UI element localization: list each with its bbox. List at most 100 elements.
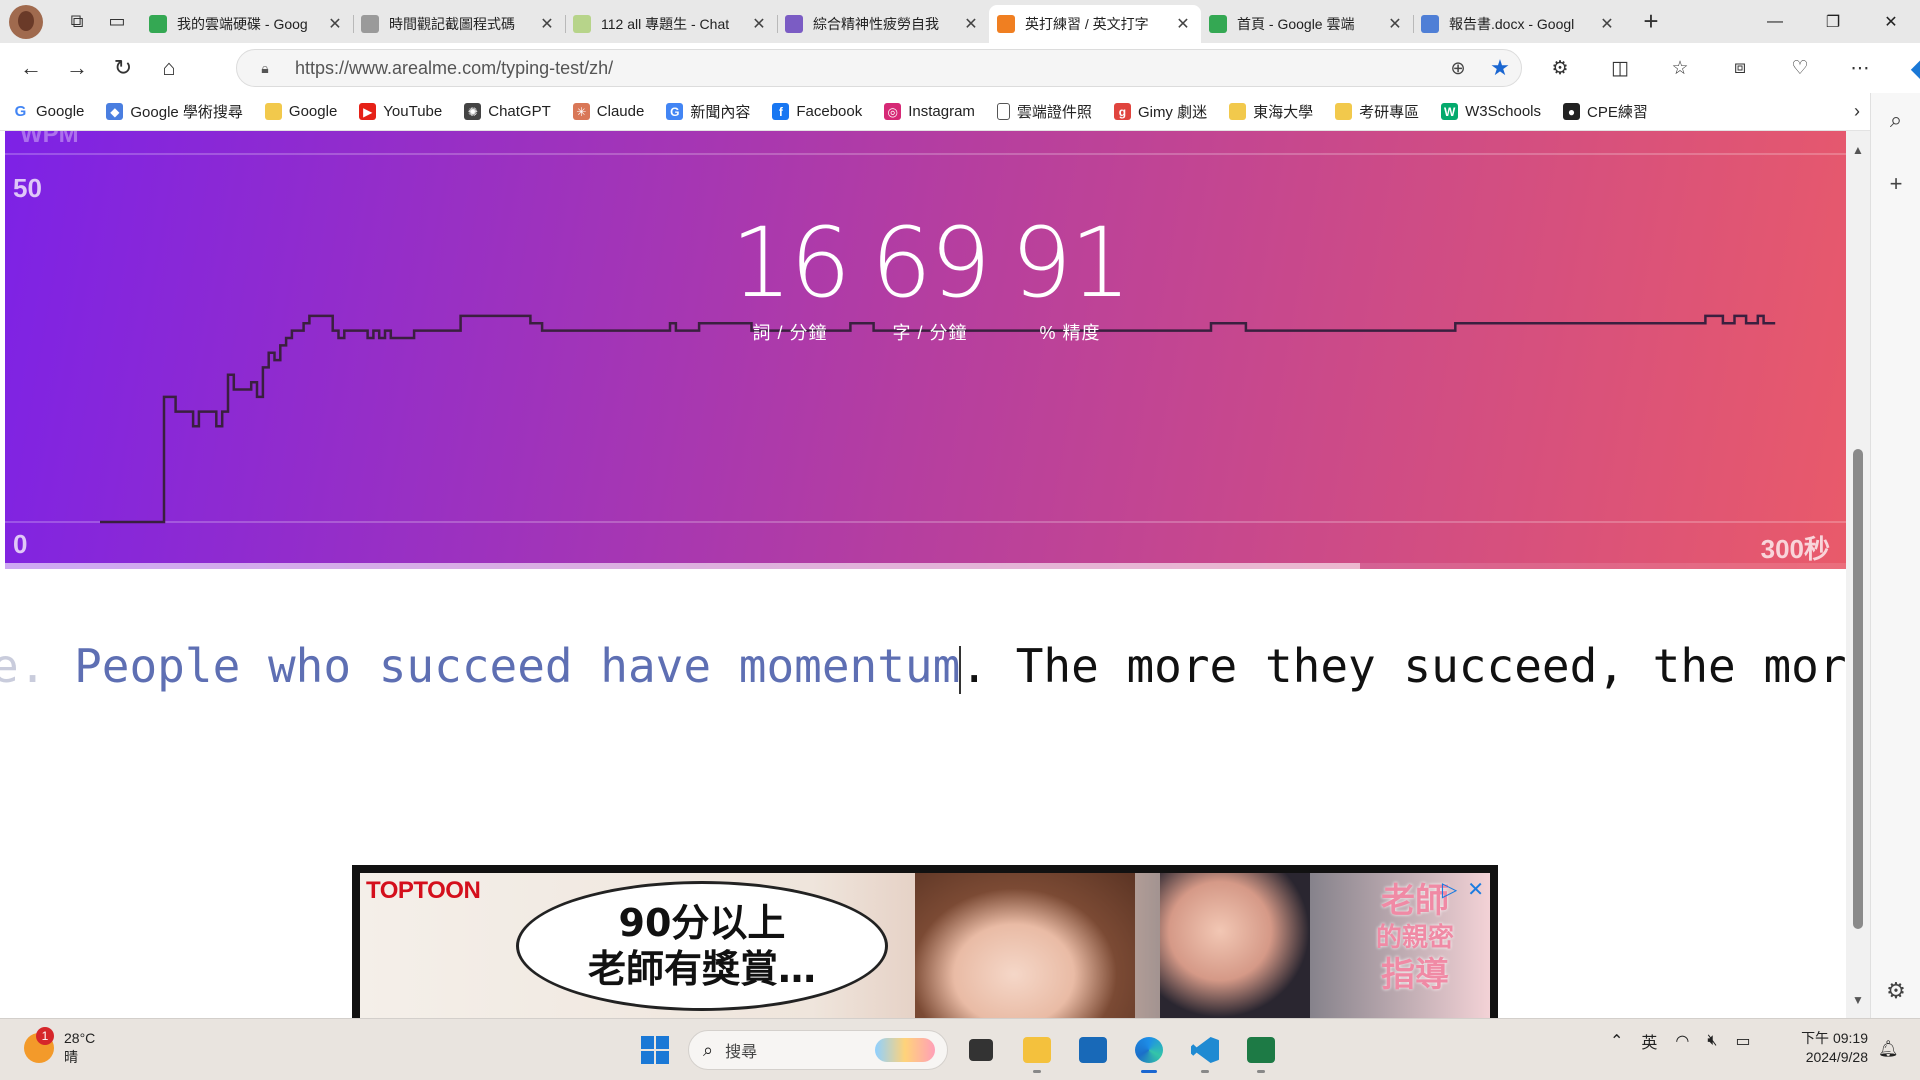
new-tab-button[interactable]: + [1631,2,1671,42]
bookmark-item[interactable]: G Google [12,103,85,120]
ad-banner[interactable]: TOPTOON 90分以上 老師有獎賞… 老師 的親密 指導 ▷ ✕ [352,865,1498,1018]
bookmarks-bar: G Google ◆ Google 學術搜尋 Google ▶ YouTube ✺ ChatGP… [0,93,1870,131]
remote-desktop-button[interactable] [1070,1027,1116,1073]
edge-icon [1135,1037,1163,1063]
youtube-icon: ▶ [359,103,377,120]
ime-indicator[interactable]: 英 [1641,1029,1657,1053]
minimize-button[interactable]: — [1746,0,1804,43]
workspaces-icon[interactable]: ⧉ [57,2,97,42]
typing-text-line[interactable]: e. People who succeed have momentum. The… [0,631,1846,701]
favorite-star-icon[interactable]: ★ [1479,55,1521,81]
browser-tab[interactable]: 綜合精神性疲勞自我 ✕ [777,5,989,43]
favorites-icon[interactable]: ☆ [1650,48,1710,88]
browser-tab[interactable]: 首頁 - Google 雲端 ✕ [1201,5,1413,43]
volume-muted-icon[interactable]: 🔇︎ [1707,1032,1717,1050]
bookmark-item[interactable]: 東海大學 [1229,101,1313,122]
close-window-button[interactable]: ✕ [1862,0,1920,43]
bookmarks-overflow-chevron-icon[interactable]: › [1854,101,1860,122]
tab-favicon-icon [785,15,803,33]
bookmark-item[interactable]: 考研專區 [1335,101,1419,122]
site-info-icon[interactable]: 🔒︎ [245,60,285,77]
bookmark-item[interactable]: 雲端證件照 [996,101,1092,122]
tab-close-icon[interactable]: ✕ [749,14,769,34]
sidebar-add-icon[interactable]: + [1871,157,1920,211]
bookmark-item[interactable]: ✳ Claude [572,103,644,120]
bookmark-item[interactable]: W W3Schools [1441,103,1541,120]
bookmark-item[interactable]: ▶ YouTube [359,103,442,120]
tab-favicon-icon [997,15,1015,33]
tab-title: 報告書.docx - Googl [1449,16,1575,32]
page-scrollbar[interactable]: ▲ ▼ [1846,131,1870,1018]
split-screen-icon[interactable]: ◫ [1590,48,1650,88]
ad-title-line-2: 的親密 [1375,923,1454,953]
browser-tab[interactable]: 112 all 專題生 - Chat ✕ [565,5,777,43]
bookmark-item[interactable]: ● CPE練習 [1563,101,1648,122]
taskbar-search[interactable]: ⌕ 搜尋 [688,1030,948,1070]
time-progress-fill [5,563,1360,569]
restore-button[interactable]: ❐ [1804,0,1862,43]
browser-tab[interactable]: 報告書.docx - Googl ✕ [1413,5,1625,43]
weather-widget[interactable]: 1 28°C 晴 [24,1027,95,1067]
tab-close-icon[interactable]: ✕ [1173,14,1193,34]
bookmark-item[interactable]: G 新聞內容 [666,101,750,122]
address-bar[interactable]: 🔒︎ https://www.arealme.com/typing-test/z… [236,49,1522,87]
ad-close-icon[interactable]: ✕ [1467,877,1484,902]
taskbar-clock[interactable]: 下午 09:19 2024/9/28 [1780,1029,1868,1067]
edge-button[interactable] [1126,1027,1172,1073]
collections-icon[interactable]: ⧈ [1710,48,1770,88]
tray-overflow-chevron-icon[interactable]: ⌃ [1610,1031,1623,1051]
adchoices-icon[interactable]: ▷ [1442,877,1457,902]
bookmark-item[interactable]: f Facebook [772,103,862,120]
bookmark-item[interactable]: Google [264,103,337,120]
sidebar-settings-icon[interactable]: ⚙ [1871,964,1920,1018]
more-menu-icon[interactable]: ⋯ [1830,48,1890,88]
scrollbar-thumb[interactable] [1853,449,1863,929]
tab-actions-icon[interactable]: ▭ [97,2,137,42]
tab-close-icon[interactable]: ✕ [325,14,345,34]
bookmark-item[interactable]: ✺ ChatGPT [464,103,551,120]
bookmark-item[interactable]: ◆ Google 學術搜尋 [106,101,243,122]
sidebar-search-icon[interactable]: ⌕ [1871,93,1920,147]
vscode-button[interactable] [1182,1027,1228,1073]
url-text[interactable]: https://www.arealme.com/typing-test/zh/ [295,58,1437,79]
excel-button[interactable] [1238,1027,1284,1073]
wifi-icon[interactable]: ◠ [1675,1031,1689,1051]
tab-close-icon[interactable]: ✕ [537,14,557,34]
bookmark-item[interactable]: g Gimy 劇迷 [1113,101,1207,122]
bookmark-item[interactable]: ◎ Instagram [884,103,975,120]
battery-icon[interactable]: ▭ [1735,1031,1750,1051]
tab-close-icon[interactable]: ✕ [1597,14,1617,34]
browser-essentials-icon[interactable]: ♡ [1770,48,1830,88]
windows-logo-icon [641,1036,669,1064]
tab-close-icon[interactable]: ✕ [961,14,981,34]
tab-close-icon[interactable]: ✕ [1385,14,1405,34]
back-button[interactable]: ← [8,48,54,88]
zoom-icon[interactable]: ⊕ [1437,58,1479,79]
notifications-icon[interactable]: 🔔︎ [1878,1039,1898,1059]
start-button[interactable] [632,1027,678,1073]
tab-title: 英打練習 / 英文打字 [1025,16,1149,32]
ad-speech-bubble: 90分以上 老師有獎賞… [516,881,888,1011]
time-progress-track [5,563,1846,569]
profile-avatar[interactable] [9,4,43,39]
ad-bubble-line-2: 老師有獎賞… [587,947,816,991]
bookmark-label: ChatGPT [488,103,551,120]
wpm-chart [100,314,1776,524]
file-explorer-button[interactable] [1014,1027,1060,1073]
copilot-icon[interactable]: ◆ [1890,48,1920,88]
scroll-down-arrow-icon[interactable]: ▼ [1852,993,1864,1007]
task-view-button[interactable] [958,1027,1004,1073]
browser-tab[interactable]: 英打練習 / 英文打字 ✕ [989,5,1201,43]
home-button[interactable]: ⌂ [146,48,192,88]
remote-desktop-icon [1079,1037,1107,1063]
ad-bubble-line-1: 90分以上 [618,901,786,945]
forward-button[interactable]: → [54,48,100,88]
refresh-button[interactable]: ↻ [100,48,146,88]
clock-time: 下午 09:19 [1801,1030,1868,1046]
scroll-up-arrow-icon[interactable]: ▲ [1852,143,1864,157]
extensions-icon[interactable]: ⚙︎ [1530,48,1590,88]
stat-value: 16 [730,207,851,319]
browser-tab[interactable]: 我的雲端硬碟 - Goog ✕ [141,5,353,43]
running-indicator [1033,1070,1041,1073]
browser-tab[interactable]: 時間觀記截圖程式碼 ✕ [353,5,565,43]
